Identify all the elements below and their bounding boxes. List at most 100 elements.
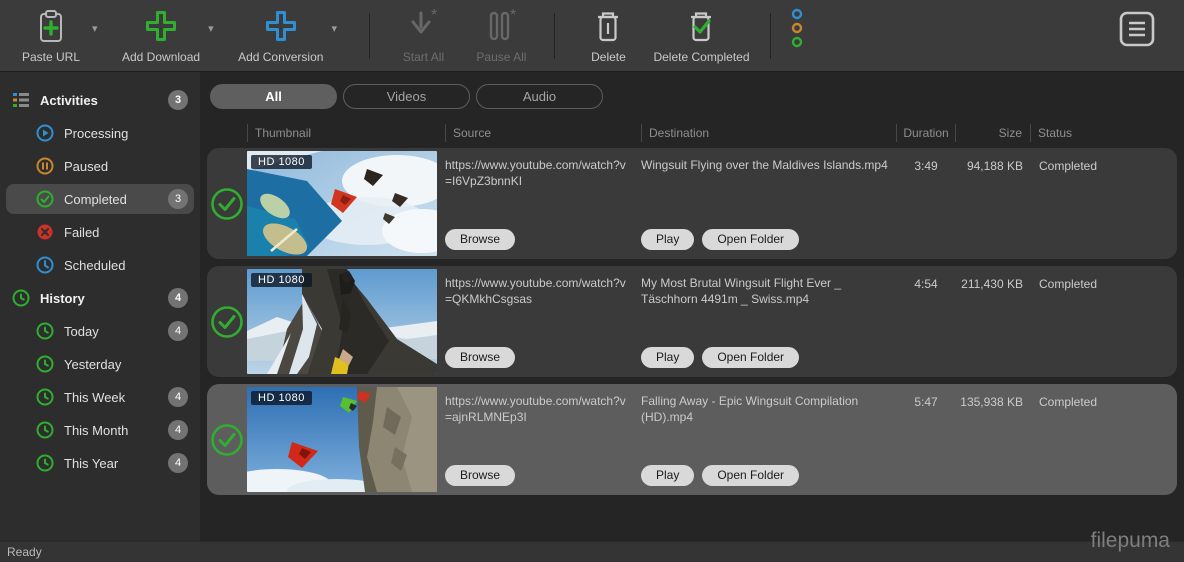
paused-pause-icon bbox=[36, 157, 54, 175]
add-conversion-dropdown-caret[interactable]: ▾ bbox=[331, 22, 349, 35]
paste-url-label: Paste URL bbox=[22, 50, 80, 64]
count-badge: 4 bbox=[168, 321, 188, 341]
pause-all-icon: * bbox=[482, 8, 520, 47]
status-bar: Ready bbox=[0, 541, 1184, 562]
sidebar-label: This Year bbox=[64, 456, 118, 471]
hamburger-menu-icon bbox=[1118, 10, 1156, 48]
open-folder-button[interactable]: Open Folder bbox=[702, 347, 799, 368]
destination-filename: My Most Brutal Wingsuit Flight Ever _ Tä… bbox=[641, 275, 892, 307]
browse-button[interactable]: Browse bbox=[445, 347, 515, 368]
count-badge: 4 bbox=[168, 453, 188, 473]
destination-cell: Wingsuit Flying over the Maldives Island… bbox=[641, 148, 896, 259]
tab-audio[interactable]: Audio bbox=[476, 84, 603, 109]
source-url: https://www.youtube.com/watch?v=QKMkhCsg… bbox=[445, 275, 631, 307]
status-value: Completed bbox=[1031, 148, 1177, 259]
history-clock-icon bbox=[36, 454, 54, 472]
column-header-status[interactable]: Status bbox=[1031, 124, 1177, 142]
column-header-source[interactable]: Source bbox=[445, 124, 635, 142]
delete-completed-icon bbox=[683, 8, 719, 47]
tab-all[interactable]: All bbox=[210, 84, 337, 109]
source-cell: https://www.youtube.com/watch?v=I6VpZ3bn… bbox=[445, 148, 635, 259]
start-all-icon: * bbox=[404, 8, 442, 47]
delete-button[interactable]: Delete bbox=[569, 6, 647, 66]
delete-label: Delete bbox=[591, 50, 626, 64]
download-row-1[interactable]: HD 1080 https://www.youtube.com/watch?v=… bbox=[207, 148, 1177, 259]
sidebar-item-processing[interactable]: Processing bbox=[6, 118, 194, 148]
sidebar-item-this-week[interactable]: This Week 4 bbox=[6, 382, 194, 412]
source-cell: https://www.youtube.com/watch?v=QKMkhCsg… bbox=[445, 266, 635, 377]
count-badge: 4 bbox=[168, 387, 188, 407]
download-row-2[interactable]: HD 1080 https://www.youtube.com/watch?v=… bbox=[207, 266, 1177, 377]
column-header-thumbnail[interactable]: Thumbnail bbox=[247, 124, 437, 142]
pause-all-button[interactable]: * Pause All bbox=[462, 6, 540, 66]
delete-completed-button[interactable]: Delete Completed bbox=[647, 6, 755, 66]
filter-tabs: All Videos Audio bbox=[200, 72, 1184, 109]
pause-all-label: Pause All bbox=[476, 50, 526, 64]
row-completed-check-icon bbox=[207, 384, 247, 495]
play-button[interactable]: Play bbox=[641, 229, 694, 250]
sidebar-item-scheduled[interactable]: Scheduled bbox=[6, 250, 194, 280]
destination-filename: Falling Away - Epic Wingsuit Compilation… bbox=[641, 393, 892, 425]
filepuma-watermark: filepuma bbox=[1091, 529, 1170, 553]
add-download-icon bbox=[143, 8, 179, 47]
menu-button[interactable] bbox=[1118, 10, 1156, 53]
sidebar-label: Completed bbox=[64, 192, 127, 207]
add-download-label: Add Download bbox=[122, 50, 200, 64]
tab-videos[interactable]: Videos bbox=[343, 84, 470, 109]
column-header-duration[interactable]: Duration bbox=[896, 124, 956, 142]
failed-cross-icon bbox=[36, 223, 54, 241]
count-badge: 3 bbox=[168, 90, 188, 110]
play-button[interactable]: Play bbox=[641, 347, 694, 368]
download-row-3[interactable]: HD 1080 https://www.youtube.com/watch?v=… bbox=[207, 384, 1177, 495]
history-clock-icon bbox=[36, 388, 54, 406]
status-value: Completed bbox=[1031, 384, 1177, 495]
sidebar-item-this-year[interactable]: This Year 4 bbox=[6, 448, 194, 478]
column-header-destination[interactable]: Destination bbox=[641, 124, 896, 142]
quality-badge: HD 1080 bbox=[251, 273, 312, 287]
sidebar-item-failed[interactable]: Failed bbox=[6, 217, 194, 247]
sidebar-item-completed[interactable]: Completed 3 bbox=[6, 184, 194, 214]
video-thumbnail-cliff[interactable]: HD 1080 bbox=[247, 387, 437, 492]
quality-badge: HD 1080 bbox=[251, 155, 312, 169]
open-folder-button[interactable]: Open Folder bbox=[702, 465, 799, 486]
column-header-size[interactable]: Size bbox=[956, 124, 1031, 142]
start-all-button[interactable]: * Start All bbox=[384, 6, 462, 66]
add-conversion-button[interactable]: Add Conversion bbox=[232, 6, 329, 66]
sidebar-label: Scheduled bbox=[64, 258, 125, 273]
sidebar-item-history[interactable]: History 4 bbox=[6, 283, 194, 313]
completed-check-icon bbox=[36, 190, 54, 208]
scheduled-clock-icon bbox=[36, 256, 54, 274]
history-clock-icon bbox=[36, 355, 54, 373]
sidebar-item-this-month[interactable]: This Month 4 bbox=[6, 415, 194, 445]
main-content: All Videos Audio Thumbnail Source Destin… bbox=[200, 72, 1184, 541]
open-folder-button[interactable]: Open Folder bbox=[702, 229, 799, 250]
count-badge: 3 bbox=[168, 189, 188, 209]
video-thumbnail-maldives[interactable]: HD 1080 bbox=[247, 151, 437, 256]
sidebar-item-yesterday[interactable]: Yesterday bbox=[6, 349, 194, 379]
paste-url-dropdown-caret[interactable]: ▾ bbox=[92, 22, 110, 35]
sidebar-item-activities[interactable]: Activities 3 bbox=[6, 85, 194, 115]
sidebar-label: Paused bbox=[64, 159, 108, 174]
sidebar-item-paused[interactable]: Paused bbox=[6, 151, 194, 181]
destination-cell: Falling Away - Epic Wingsuit Compilation… bbox=[641, 384, 896, 495]
sidebar-label: This Month bbox=[64, 423, 128, 438]
add-download-button[interactable]: Add Download bbox=[116, 6, 206, 66]
video-thumbnail-mountain[interactable]: HD 1080 bbox=[247, 269, 437, 374]
paste-url-button[interactable]: Paste URL bbox=[12, 6, 90, 66]
browse-button[interactable]: Browse bbox=[445, 465, 515, 486]
add-download-dropdown-caret[interactable]: ▾ bbox=[208, 22, 226, 35]
history-clock-icon bbox=[36, 322, 54, 340]
table-header: Thumbnail Source Destination Duration Si… bbox=[207, 124, 1177, 142]
delete-trash-icon bbox=[590, 8, 626, 47]
count-badge: 4 bbox=[168, 420, 188, 440]
quality-badge: HD 1080 bbox=[251, 391, 312, 405]
start-all-label: Start All bbox=[403, 50, 444, 64]
size-value: 211,430 KB bbox=[956, 266, 1031, 377]
status-dots-indicator[interactable] bbox=[789, 8, 805, 53]
browse-button[interactable]: Browse bbox=[445, 229, 515, 250]
destination-cell: My Most Brutal Wingsuit Flight Ever _ Tä… bbox=[641, 266, 896, 377]
sidebar-label: This Week bbox=[64, 390, 125, 405]
sidebar-item-today[interactable]: Today 4 bbox=[6, 316, 194, 346]
play-button[interactable]: Play bbox=[641, 465, 694, 486]
sidebar: Activities 3 Processing Paused Comple bbox=[0, 72, 200, 541]
